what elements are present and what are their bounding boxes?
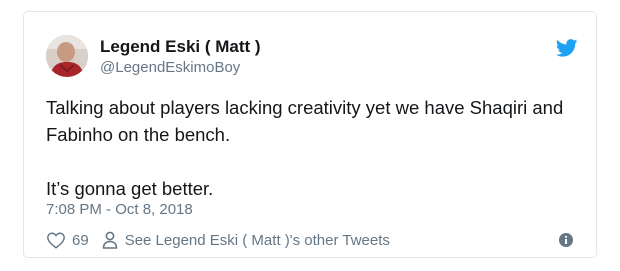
avatar-photo	[46, 35, 88, 77]
person-icon	[102, 231, 117, 249]
tweet-actions: 69 See Legend Eski ( Matt )'s other Twee…	[46, 229, 390, 251]
like-count: 69	[72, 231, 89, 249]
heart-icon	[47, 232, 65, 249]
tweet-text: Talking about players lacking creativity…	[46, 97, 564, 199]
avatar[interactable]	[46, 35, 88, 77]
user-info[interactable]: Legend Eski ( Matt ) @LegendEskimoBoy	[100, 37, 261, 78]
user-handle[interactable]: @LegendEskimoBoy	[100, 58, 261, 78]
tweet-card[interactable]: Legend Eski ( Matt ) @LegendEskimoBoy Ta…	[23, 11, 597, 258]
other-tweets-label: See Legend Eski ( Matt )'s other Tweets	[124, 231, 390, 249]
display-name[interactable]: Legend Eski ( Matt )	[100, 37, 261, 57]
twitter-bird-icon[interactable]	[556, 39, 578, 57]
like-button[interactable]: 69	[46, 231, 89, 249]
info-icon[interactable]	[559, 233, 573, 247]
other-tweets-link[interactable]: See Legend Eski ( Matt )'s other Tweets	[102, 231, 390, 249]
tweet-timestamp[interactable]: 7:08 PM - Oct 8, 2018	[46, 200, 193, 220]
